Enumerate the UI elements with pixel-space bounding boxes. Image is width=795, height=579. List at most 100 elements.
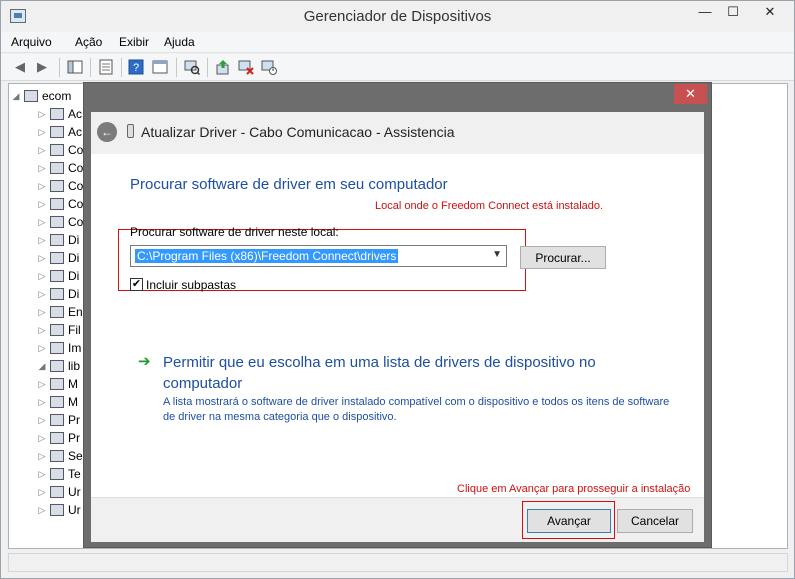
maximize-button[interactable]: ☐ bbox=[719, 1, 747, 22]
title-bar: Gerenciador de Dispositivos — ☐ ✕ bbox=[1, 1, 794, 32]
tree-item-label: Di bbox=[68, 269, 80, 283]
tree-item-label: Co bbox=[68, 143, 84, 157]
tree-item[interactable]: ▷ Co bbox=[37, 177, 84, 195]
tree-item-label: Te bbox=[68, 467, 81, 481]
tree-item[interactable]: ▷ Di bbox=[37, 285, 80, 303]
dialog-title: Atualizar Driver - Cabo Comunicacao - As… bbox=[141, 124, 455, 140]
expand-arrow-icon[interactable]: ▷ bbox=[37, 379, 47, 390]
enable-device-icon[interactable] bbox=[260, 59, 278, 75]
tree-item[interactable]: ▷ Ac bbox=[37, 123, 82, 141]
tree-item[interactable]: ▷ Pr bbox=[37, 429, 80, 447]
expand-arrow-icon[interactable]: ▷ bbox=[37, 487, 47, 498]
tree-item[interactable]: ▷ En bbox=[37, 303, 83, 321]
expand-arrow-icon[interactable]: ▷ bbox=[37, 451, 47, 462]
dialog-close-button[interactable]: ✕ bbox=[674, 84, 707, 104]
expand-arrow-icon[interactable]: ▷ bbox=[37, 271, 47, 282]
close-button[interactable]: ✕ bbox=[747, 1, 793, 22]
tree-item[interactable]: ▷ Fil bbox=[37, 321, 81, 339]
toolbar-separator bbox=[90, 58, 91, 77]
update-driver-icon[interactable] bbox=[214, 59, 232, 75]
driver-path-combobox[interactable]: C:\Program Files (x86)\Freedom Connect\d… bbox=[130, 245, 507, 267]
dialog-header: ← Atualizar Driver - Cabo Comunicacao - … bbox=[91, 112, 704, 154]
tree-item[interactable]: ▷ Di bbox=[37, 267, 80, 285]
tree-root[interactable]: ◢ ecom bbox=[11, 87, 72, 105]
tree-item[interactable]: ▷ Co bbox=[37, 213, 84, 231]
menu-acao[interactable]: Ação bbox=[75, 35, 102, 49]
tree-item[interactable]: ▷ Ac bbox=[37, 105, 82, 123]
expand-arrow-icon[interactable]: ▷ bbox=[37, 397, 47, 408]
dialog-footer: Avançar Cancelar bbox=[91, 497, 704, 542]
annotation-click-next: Clique em Avançar para prosseguir a inst… bbox=[457, 483, 691, 495]
help-icon[interactable]: ? bbox=[127, 59, 145, 75]
tree-item[interactable]: ▷ Di bbox=[37, 249, 80, 267]
menu-exibir[interactable]: Exibir bbox=[119, 35, 149, 49]
device-category-icon bbox=[50, 378, 64, 390]
expand-arrow-icon[interactable]: ▷ bbox=[37, 145, 47, 156]
browse-button[interactable]: Procurar... bbox=[520, 246, 606, 269]
expand-arrow-icon[interactable]: ▷ bbox=[37, 109, 47, 120]
tree-item[interactable]: ▷ Co bbox=[37, 159, 84, 177]
tree-item[interactable]: ▷ M bbox=[37, 393, 78, 411]
tree-item[interactable]: ▷ Te bbox=[37, 465, 81, 483]
tree-item[interactable]: ▷ Pr bbox=[37, 411, 80, 429]
cancel-button[interactable]: Cancelar bbox=[617, 509, 693, 533]
console-tree-icon[interactable] bbox=[66, 59, 84, 75]
window-title: Gerenciador de Dispositivos bbox=[303, 8, 492, 25]
include-subfolders-checkbox[interactable]: ✔ bbox=[130, 278, 143, 291]
update-driver-dialog: ✕ ← Atualizar Driver - Cabo Comunicacao … bbox=[83, 82, 712, 548]
tree-item[interactable]: ▷ Ur bbox=[37, 483, 81, 501]
view-pane-icon[interactable] bbox=[151, 59, 169, 75]
tree-item[interactable]: ▷ Se bbox=[37, 447, 83, 465]
expand-arrow-icon[interactable]: ▷ bbox=[37, 199, 47, 210]
tree-item-label: Di bbox=[68, 287, 80, 301]
minimize-button[interactable]: — bbox=[691, 1, 719, 22]
expand-arrow-icon[interactable]: ▷ bbox=[37, 163, 47, 174]
expand-arrow-icon[interactable]: ▷ bbox=[37, 235, 47, 246]
expand-arrow-icon[interactable]: ▷ bbox=[37, 433, 47, 444]
device-category-icon bbox=[50, 306, 64, 318]
tree-item[interactable]: ▷ Co bbox=[37, 141, 84, 159]
include-subfolders-label[interactable]: Incluir subpastas bbox=[146, 278, 236, 292]
expand-arrow-icon[interactable]: ▷ bbox=[37, 415, 47, 426]
forward-arrow-icon[interactable]: ▶ bbox=[33, 59, 51, 75]
scan-hardware-icon[interactable] bbox=[183, 59, 201, 75]
expand-arrow-icon[interactable]: ▷ bbox=[37, 505, 47, 516]
uninstall-device-icon[interactable] bbox=[237, 59, 255, 75]
back-button[interactable]: ← bbox=[97, 122, 117, 142]
menu-arquivo[interactable]: Arquivo bbox=[11, 35, 52, 49]
back-arrow-icon[interactable]: ◀ bbox=[11, 59, 29, 75]
tree-item[interactable]: ▷ Ur bbox=[37, 501, 81, 519]
tree-item-label: Ur bbox=[68, 503, 81, 517]
expand-arrow-icon[interactable]: ▷ bbox=[37, 325, 47, 336]
expand-arrow-icon[interactable]: ▷ bbox=[37, 343, 47, 354]
expand-arrow-icon[interactable]: ▷ bbox=[37, 307, 47, 318]
chevron-down-icon[interactable]: ▼ bbox=[492, 249, 502, 260]
tree-item-label: En bbox=[68, 305, 83, 319]
svg-text:?: ? bbox=[133, 62, 139, 74]
annotation-install-location: Local onde o Freedom Connect está instal… bbox=[375, 200, 604, 212]
tree-item[interactable]: ▷ Co bbox=[37, 195, 84, 213]
device-category-icon bbox=[50, 324, 64, 336]
expand-arrow-icon[interactable]: ▷ bbox=[37, 217, 47, 228]
tree-item[interactable]: ◢ lib bbox=[37, 357, 80, 375]
tree-item[interactable]: ▷ Di bbox=[37, 231, 80, 249]
tree-item[interactable]: ▷ Im bbox=[37, 339, 82, 357]
page-heading: Procurar software de driver em seu compu… bbox=[130, 176, 448, 193]
properties-sheet-icon[interactable] bbox=[97, 59, 115, 75]
green-arrow-icon: ➔ bbox=[138, 353, 151, 370]
expand-arrow-icon[interactable]: ▷ bbox=[37, 469, 47, 480]
toolbar: ◀ ▶ ? bbox=[1, 54, 794, 81]
device-category-icon bbox=[50, 288, 64, 300]
next-button[interactable]: Avançar bbox=[527, 509, 611, 533]
tree-item[interactable]: ▷ M bbox=[37, 375, 78, 393]
collapse-arrow-icon[interactable]: ◢ bbox=[37, 361, 47, 372]
collapse-arrow-icon[interactable]: ◢ bbox=[11, 91, 21, 102]
expand-arrow-icon[interactable]: ▷ bbox=[37, 289, 47, 300]
menu-ajuda[interactable]: Ajuda bbox=[164, 35, 195, 49]
search-location-label: Procurar software de driver neste local: bbox=[130, 225, 339, 239]
expand-arrow-icon[interactable]: ▷ bbox=[37, 181, 47, 192]
expand-arrow-icon[interactable]: ▷ bbox=[37, 127, 47, 138]
pick-from-list-link[interactable]: Permitir que eu escolha em uma lista de … bbox=[163, 352, 663, 394]
device-category-icon bbox=[50, 108, 64, 120]
expand-arrow-icon[interactable]: ▷ bbox=[37, 253, 47, 264]
